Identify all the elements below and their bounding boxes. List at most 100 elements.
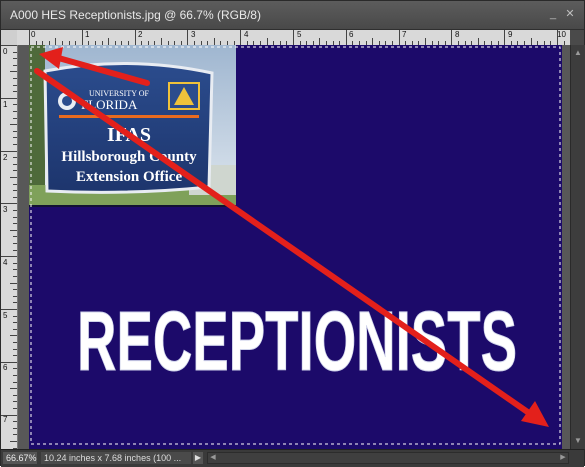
ruler-label: 2	[3, 153, 8, 162]
document-window: A000 HES Receptionists.jpg @ 66.7% (RGB/…	[0, 0, 585, 467]
ruler-tick	[29, 30, 30, 45]
ruler-tick	[1, 256, 17, 258]
ruler-tick	[13, 249, 17, 251]
ruler-tick	[13, 216, 17, 218]
horizontal-ruler[interactable]: 0 1 2 3 4 5 6 7 8 9 10	[17, 30, 570, 46]
ruler-tick	[1, 97, 17, 99]
ruler-label: 2	[138, 30, 143, 39]
document-image: UNIVERSITY OF FLORIDA IFAS Hillsborough …	[29, 45, 562, 449]
ruler-tick	[13, 421, 17, 423]
ruler-tick	[10, 282, 17, 284]
ruler-tick	[13, 117, 17, 119]
ruler-label: 0	[3, 47, 8, 56]
ruler-tick	[161, 38, 162, 45]
ruler-tick	[108, 38, 110, 45]
ruler-tick	[13, 394, 17, 396]
ruler-tick	[187, 30, 189, 45]
ruler-tick	[81, 30, 83, 45]
ruler-tick	[13, 144, 17, 145]
ruler-tick	[398, 30, 400, 45]
ruler-tick	[1, 309, 17, 310]
zoom-level[interactable]: 66.67%	[3, 452, 37, 464]
headline-text: RECEPTIONISTS	[77, 294, 517, 388]
ruler-tick	[213, 38, 215, 45]
horizontal-scrollbar[interactable]: ◀ ▶	[207, 452, 569, 464]
ruler-tick	[13, 375, 17, 376]
ruler-label: 7	[3, 415, 8, 424]
ruler-tick	[13, 276, 17, 277]
document-artwork: UNIVERSITY OF FLORIDA IFAS Hillsborough …	[29, 45, 561, 445]
ruler-tick	[13, 236, 17, 238]
ruler-tick	[13, 170, 17, 172]
ruler-tick	[13, 315, 17, 317]
ruler-label: 4	[3, 258, 8, 267]
ruler-label: 4	[244, 30, 249, 39]
ruler-tick	[13, 210, 17, 211]
ruler-tick	[10, 71, 17, 73]
ruler-tick	[530, 38, 532, 45]
sign-line3: Extension Office	[76, 169, 183, 185]
ruler-tick	[13, 328, 17, 330]
vertical-scrollbar[interactable]: ▲ ▼	[570, 45, 585, 449]
title-bar[interactable]: A000 HES Receptionists.jpg @ 66.7% (RGB/…	[1, 1, 584, 30]
ruler-tick	[13, 289, 17, 291]
close-icon[interactable]: ✕	[563, 7, 577, 21]
ruler-tick	[240, 30, 242, 45]
ruler-tick	[266, 38, 268, 45]
ruler-tick	[1, 45, 17, 46]
ruler-label: 7	[402, 30, 407, 39]
scroll-right-icon[interactable]: ▶	[558, 453, 568, 463]
document-info[interactable]: 10.24 inches x 7.68 inches (100 ...	[41, 452, 191, 464]
ruler-tick	[13, 355, 17, 357]
ruler-tick	[13, 130, 17, 132]
sign-photo: UNIVERSITY OF FLORIDA IFAS Hillsborough …	[29, 45, 236, 207]
ruler-tick	[372, 38, 374, 45]
ruler-label: 9	[508, 30, 513, 39]
ruler-tick	[293, 30, 294, 45]
ruler-tick	[10, 388, 17, 390]
ruler-tick	[10, 124, 17, 126]
ruler-tick	[13, 84, 17, 86]
scroll-down-icon[interactable]: ▼	[572, 435, 584, 447]
ruler-label: 6	[349, 30, 354, 39]
ruler-tick	[1, 414, 17, 416]
ruler-tick	[13, 342, 17, 343]
ruler-tick	[557, 30, 558, 45]
ruler-tick	[345, 30, 347, 45]
ruler-tick	[13, 104, 17, 106]
ruler-tick	[10, 441, 17, 442]
ruler-tick	[13, 163, 17, 165]
ruler-tick	[13, 348, 17, 350]
ruler-tick	[13, 427, 17, 429]
ruler-tick	[13, 408, 17, 409]
ruler-label: 6	[3, 363, 8, 372]
ruler-tick	[13, 58, 17, 60]
scroll-left-icon[interactable]: ◀	[208, 453, 218, 463]
sign-line2: Hillsborough County	[61, 149, 197, 165]
scroll-up-icon[interactable]: ▲	[572, 47, 584, 59]
ruler-tick	[1, 361, 17, 363]
ruler-tick	[10, 229, 17, 231]
ruler-tick	[477, 38, 479, 45]
ruler-tick	[134, 30, 136, 45]
ruler-label: 5	[3, 311, 8, 320]
ruler-tick	[13, 190, 17, 192]
ruler-tick	[13, 368, 17, 370]
ruler-label: 5	[297, 30, 302, 39]
ruler-tick	[13, 51, 17, 53]
minimize-icon[interactable]: _	[546, 7, 560, 21]
ruler-tick	[13, 381, 17, 383]
ruler-label: 8	[455, 30, 460, 39]
ruler-tick	[425, 38, 426, 45]
ruler-tick	[13, 302, 17, 304]
chevron-right-icon[interactable]: ▶	[193, 452, 203, 464]
ruler-tick	[13, 269, 17, 271]
ruler-tick	[319, 38, 321, 45]
ruler-tick	[13, 137, 17, 139]
canvas-area[interactable]: UNIVERSITY OF FLORIDA IFAS Hillsborough …	[18, 45, 570, 449]
ruler-tick	[13, 196, 17, 198]
status-bar: 66.67% 10.24 inches x 7.68 inches (100 .…	[1, 449, 584, 467]
vertical-ruler[interactable]: 0 1 2 3 4 5 6 7	[1, 45, 18, 449]
ruler-origin[interactable]	[1, 30, 18, 46]
ruler-tick	[1, 150, 17, 152]
